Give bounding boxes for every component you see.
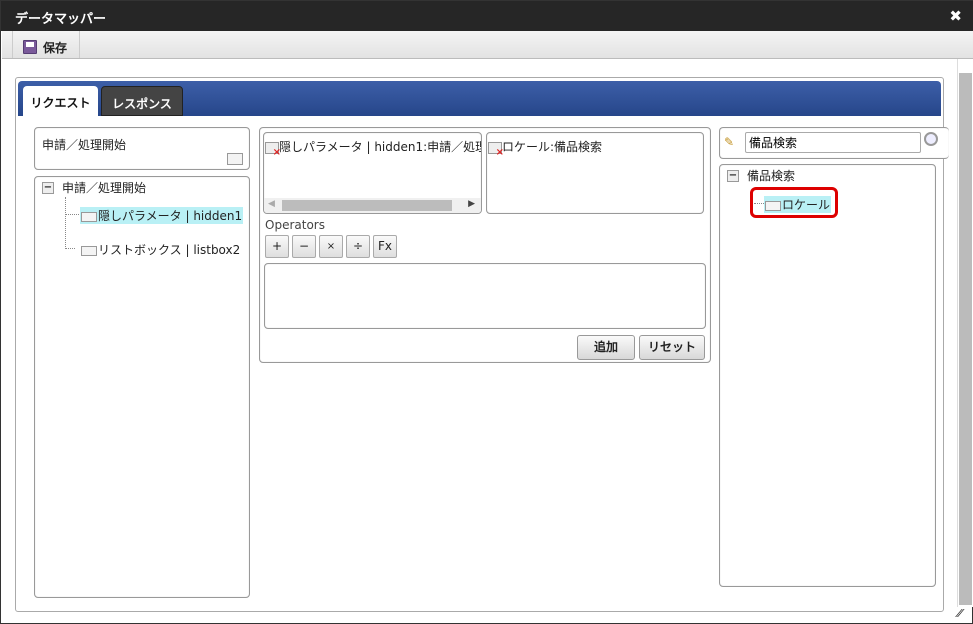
- resize-handle-icon[interactable]: ⁄⁄: [958, 607, 972, 621]
- tab-response[interactable]: レスポンス: [101, 86, 183, 116]
- dialog-title: データマッパー: [15, 12, 107, 27]
- target-field-box: ロケール:備品検索: [486, 132, 704, 214]
- add-button[interactable]: 追加: [577, 335, 635, 360]
- broken-image-icon: [488, 141, 504, 158]
- target-field-label: ロケール:備品検索: [502, 140, 603, 154]
- edit-pencil-icon[interactable]: ✎: [724, 135, 734, 149]
- target-search-box: ✎: [719, 127, 949, 159]
- form-icon[interactable]: [227, 153, 243, 165]
- scroll-right-icon[interactable]: ▶: [468, 199, 475, 209]
- floppy-disk-icon: [23, 40, 37, 54]
- target-search-input[interactable]: [745, 132, 921, 153]
- multiply-button[interactable]: ×: [319, 235, 343, 258]
- field-icon: [81, 211, 97, 222]
- data-mapper-dialog: データマッパー ✖ 保存 リクエスト レスポンス 申請／処理開始 − 申請／処理…: [0, 0, 973, 624]
- tree-root[interactable]: 備品検索: [747, 167, 795, 184]
- tree-connector: [754, 203, 764, 204]
- operators-label: Operators: [265, 218, 325, 232]
- collapse-icon[interactable]: −: [727, 170, 739, 182]
- scrollbar-thumb[interactable]: [282, 200, 452, 211]
- divide-button[interactable]: ÷: [346, 235, 370, 258]
- scrollbar-thumb[interactable]: [959, 73, 972, 605]
- function-button[interactable]: Fx: [373, 235, 397, 258]
- tab-request[interactable]: リクエスト: [23, 86, 98, 116]
- toolbar: 保存: [2, 31, 973, 59]
- plus-button[interactable]: +: [265, 235, 289, 258]
- vertical-scrollbar[interactable]: [957, 59, 973, 607]
- tree-root[interactable]: 申請／処理開始: [62, 179, 146, 196]
- source-header-box: 申請／処理開始: [34, 127, 250, 170]
- broken-image-icon: [265, 141, 281, 158]
- horizontal-scrollbar[interactable]: ◀ ▶: [264, 198, 481, 213]
- target-field-item[interactable]: ロケール:備品検索: [488, 138, 603, 158]
- field-icon: [81, 245, 97, 256]
- source-field-box: 隠しパラメータ | hidden1:申請／処理開 ◀ ▶: [263, 132, 482, 214]
- collapse-icon[interactable]: −: [42, 182, 54, 194]
- source-form-title: 申請／処理開始: [42, 138, 127, 152]
- tree-item-label: ロケール: [782, 198, 831, 212]
- title-bar[interactable]: データマッパー: [1, 1, 973, 31]
- source-field-item[interactable]: 隠しパラメータ | hidden1:申請／処理開: [265, 138, 482, 158]
- tree-item-label: 隠しパラメータ | hidden1: [98, 209, 243, 223]
- target-tree: − 備品検索 ロケール: [719, 164, 936, 587]
- minus-button[interactable]: −: [292, 235, 316, 258]
- save-label: 保存: [43, 40, 68, 55]
- reset-button[interactable]: リセット: [639, 335, 705, 360]
- tree-item-hidden1[interactable]: 隠しパラメータ | hidden1: [80, 207, 244, 224]
- tree-item-label: リストボックス | listbox2: [98, 243, 241, 257]
- source-tree: − 申請／処理開始 隠しパラメータ | hidden1 リストボックス | li…: [34, 176, 250, 598]
- scroll-left-icon[interactable]: ◀: [268, 199, 275, 209]
- tree-item-locale[interactable]: ロケール: [764, 196, 832, 213]
- tree-connector: [65, 214, 79, 215]
- close-icon[interactable]: ✖: [949, 7, 962, 25]
- tree-connector: [65, 197, 75, 249]
- expression-input[interactable]: [264, 263, 706, 329]
- save-button[interactable]: 保存: [12, 31, 80, 58]
- source-field-label: 隠しパラメータ | hidden1:申請／処理開: [279, 140, 482, 154]
- tree-item-listbox2[interactable]: リストボックス | listbox2: [80, 241, 241, 258]
- search-icon[interactable]: [924, 132, 938, 146]
- field-icon: [765, 200, 781, 211]
